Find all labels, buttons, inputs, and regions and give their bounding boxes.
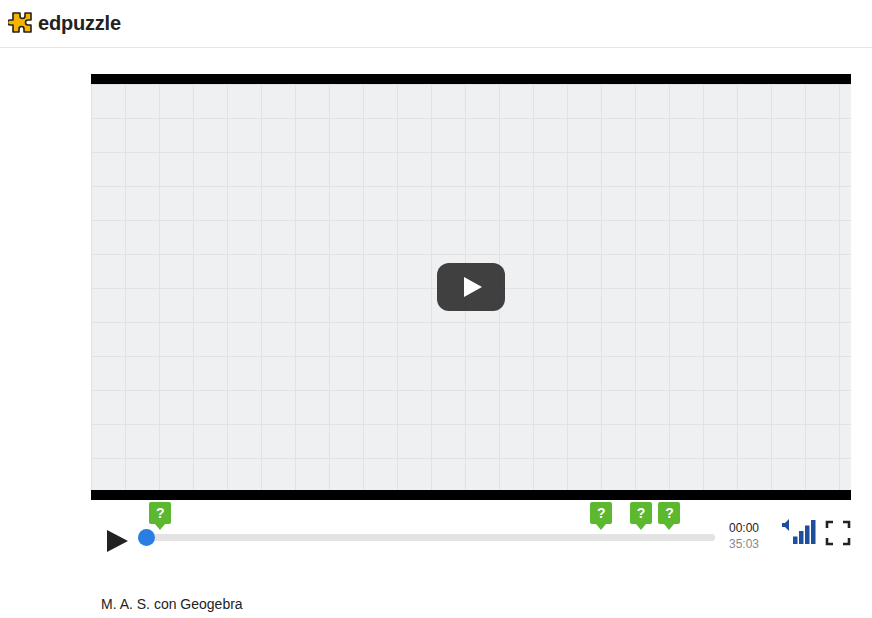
- progress-knob[interactable]: [138, 529, 155, 546]
- question-marker-label: ?: [156, 506, 165, 520]
- page: edpuzzle???? 00:0035:03 M. A. S. con Geoge…: [0, 0, 872, 618]
- question-marker-label: ?: [597, 506, 606, 520]
- puzzle-logo-icon: [8, 11, 34, 37]
- volume-button[interactable]: [781, 518, 817, 546]
- video-picture: [91, 84, 851, 490]
- question-marker[interactable]: ?: [658, 502, 680, 524]
- duration: 35:03: [729, 536, 773, 552]
- question-marker[interactable]: ?: [630, 502, 652, 524]
- question-marker-label: ?: [665, 506, 674, 520]
- player-controls: ???? 00:0035:03: [91, 500, 851, 560]
- header: edpuzzle: [0, 0, 872, 48]
- current-time: 00:00: [729, 520, 773, 536]
- question-marker[interactable]: ?: [149, 502, 171, 524]
- timeline[interactable]: ????: [146, 500, 715, 556]
- volume-icon: [781, 518, 817, 546]
- time-display: 00:0035:03: [729, 520, 773, 552]
- question-marker-label: ?: [637, 506, 646, 520]
- progress-track[interactable]: [146, 534, 715, 541]
- play-button[interactable]: [91, 526, 146, 556]
- fullscreen-icon: [825, 520, 851, 546]
- video-title: M. A. S. con Geogebra: [91, 596, 851, 612]
- question-marker[interactable]: ?: [590, 502, 612, 524]
- video-play-icon[interactable]: [437, 263, 505, 311]
- video-frame[interactable]: [91, 74, 851, 500]
- logo-text: edpuzzle: [38, 12, 121, 35]
- main: ???? 00:0035:03 M. A. S. con Geogebra: [91, 48, 851, 612]
- fullscreen-button[interactable]: [825, 520, 851, 546]
- logo[interactable]: edpuzzle: [8, 11, 121, 37]
- play-icon: [105, 529, 129, 553]
